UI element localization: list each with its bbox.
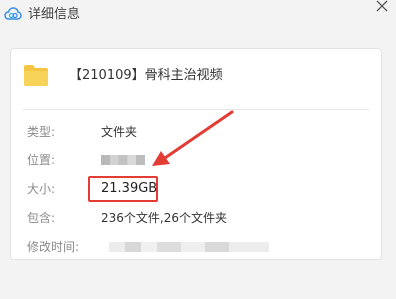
details-panel: 【210109】骨科主治视频 类型: 文件夹 位置: 大小: 21.39GB 包…	[10, 48, 382, 260]
size-label: 大小:	[27, 182, 56, 196]
contains-label: 包含:	[27, 211, 56, 225]
close-icon[interactable]	[374, 0, 390, 14]
folder-icon	[24, 65, 48, 86]
folder-name: 【210109】骨科主治视频	[69, 68, 223, 83]
location-label: 位置:	[27, 153, 56, 167]
window-title: 详细信息	[28, 7, 81, 22]
modified-value-redacted	[109, 242, 269, 252]
property-row-modified: 修改时间:	[27, 238, 367, 256]
divider	[23, 109, 369, 110]
contains-value: 236个文件,26个文件夹	[101, 211, 227, 225]
property-row-contains: 包含: 236个文件,26个文件夹	[27, 209, 367, 227]
property-row-location: 位置:	[27, 151, 367, 169]
location-value-redacted	[101, 155, 145, 165]
cloud-icon	[4, 7, 22, 20]
modified-label: 修改时间:	[27, 240, 80, 254]
title-bar: 详细信息	[0, 0, 396, 32]
size-highlight-box	[88, 176, 158, 202]
property-row-type: 类型: 文件夹	[27, 123, 367, 141]
type-value: 文件夹	[101, 125, 138, 139]
type-label: 类型:	[27, 125, 56, 139]
property-row-size: 大小: 21.39GB	[27, 180, 367, 198]
